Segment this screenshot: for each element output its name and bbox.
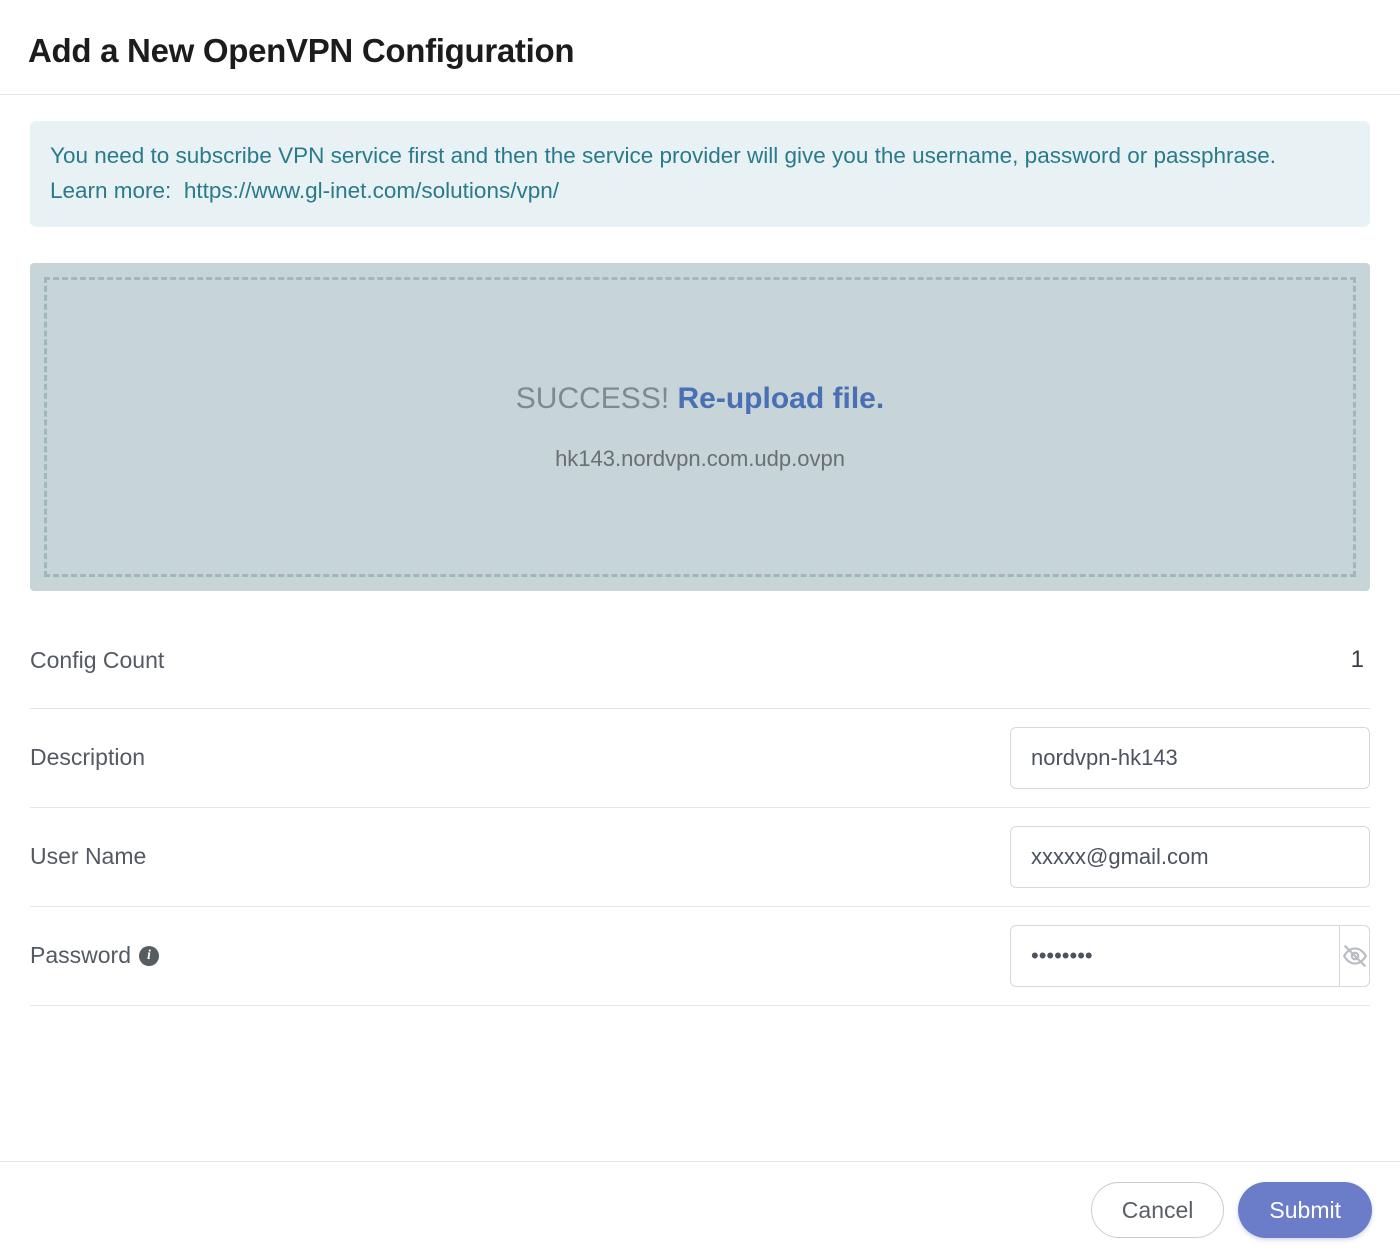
username-input[interactable] xyxy=(1010,826,1370,888)
description-row: Description xyxy=(30,709,1370,808)
username-label: User Name xyxy=(30,843,146,870)
upload-success-label: SUCCESS! xyxy=(516,382,669,415)
eye-off-icon xyxy=(1342,943,1368,969)
password-row: Password i xyxy=(30,907,1370,1006)
reupload-link[interactable]: Re-upload file. xyxy=(678,382,885,415)
config-count-row: Config Count 1 xyxy=(30,613,1370,709)
toggle-password-visibility-button[interactable] xyxy=(1339,925,1370,987)
modal-body[interactable]: You need to subscribe VPN service first … xyxy=(0,95,1400,1161)
info-notice: You need to subscribe VPN service first … xyxy=(30,121,1370,227)
uploaded-filename: hk143.nordvpn.com.udp.ovpn xyxy=(555,446,845,472)
password-input-group xyxy=(1010,925,1370,987)
config-count-label: Config Count xyxy=(30,647,164,674)
description-label: Description xyxy=(30,744,145,771)
notice-text: You need to subscribe VPN service first … xyxy=(50,143,1276,168)
upload-dropzone[interactable]: SUCCESS! Re-upload file. hk143.nordvpn.c… xyxy=(30,263,1370,591)
modal-title: Add a New OpenVPN Configuration xyxy=(28,32,1372,70)
upload-dropzone-inner: SUCCESS! Re-upload file. hk143.nordvpn.c… xyxy=(44,277,1356,577)
upload-status: SUCCESS! Re-upload file. xyxy=(516,382,884,416)
modal-footer: Cancel Submit xyxy=(0,1161,1400,1258)
description-input[interactable] xyxy=(1010,727,1370,789)
notice-learn-more-link[interactable]: https://www.gl-inet.com/solutions/vpn/ xyxy=(184,178,559,203)
openvpn-config-modal: Add a New OpenVPN Configuration You need… xyxy=(0,0,1400,1258)
submit-button[interactable]: Submit xyxy=(1238,1182,1372,1238)
cancel-button[interactable]: Cancel xyxy=(1091,1182,1225,1238)
password-label: Password i xyxy=(30,942,159,969)
config-count-value: 1 xyxy=(1351,646,1370,674)
modal-header: Add a New OpenVPN Configuration xyxy=(0,0,1400,95)
password-label-text: Password xyxy=(30,942,131,969)
password-input[interactable] xyxy=(1010,925,1339,987)
username-row: User Name xyxy=(30,808,1370,907)
notice-learn-more-label: Learn more: xyxy=(50,178,171,203)
info-icon[interactable]: i xyxy=(139,946,159,966)
